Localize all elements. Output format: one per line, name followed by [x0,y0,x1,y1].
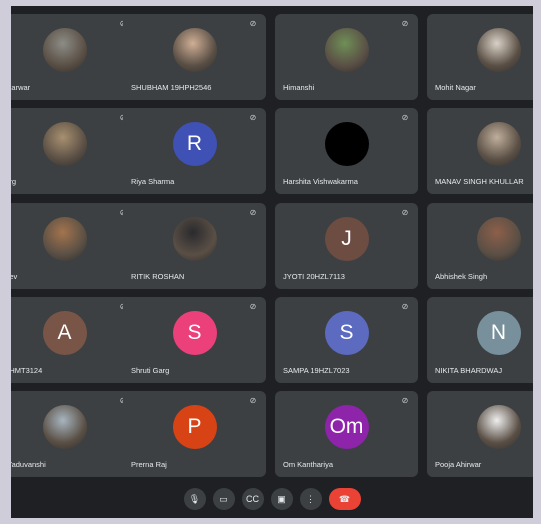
participant-name: Prerna Raj [131,460,167,469]
avatar: S [324,311,369,355]
participant-tile[interactable]: ⊘ Harshita Vishwakarma [275,108,418,194]
avatar [476,28,521,72]
avatar: A [42,311,87,355]
participant-name: Mohit Nagar [435,83,476,92]
camera-icon: ▭ [219,493,228,504]
avatar [476,217,521,261]
avatar [172,28,217,72]
mic-off-icon: ⊘ [249,113,257,122]
participant-name: garg [11,177,17,186]
hangup-icon: ☎ [338,493,351,504]
avatar [476,122,521,166]
avatar [476,405,521,449]
mic-button[interactable]: 🎙 [183,488,206,510]
participant-tile[interactable]: ⊘NNIKITA BHARDWAJ [427,297,533,383]
avatar [42,122,87,166]
participant-tile[interactable]: ⊘Mohit Nagar [427,14,533,100]
cc-icon: CC [246,494,259,504]
participant-tile[interactable]: ⊘ RITIK ROSHAN [123,203,266,289]
participant-tile[interactable]: ⊘Abhishek Singh [427,203,533,289]
participant-tile[interactable]: ⊘ J JYOTI 20HZL7113 [275,203,418,289]
participant-name: Shruti Garg [131,366,170,375]
mic-off-icon: ⊘ [249,396,257,405]
participant-name: JYOTI 20HZL7113 [283,272,345,281]
participant-name: Sikarwar [11,83,31,92]
more-button[interactable]: ⋮ [299,488,322,510]
present-button[interactable]: ▣ [270,488,293,510]
participant-tile[interactable]: ⊘ S Shruti Garg [123,297,266,383]
participant-name: MANAV SINGH KHULLAR [435,177,524,186]
video-grid: ⊘Sikarwar⊘SHUBHAM 19HPH2546⊘Himanshi⊘Moh… [11,6,533,518]
participant-tile[interactable]: ⊘ Om Om Kanthariya [275,391,418,477]
participant-tile[interactable]: ⊘ P Prerna Raj [123,391,266,477]
leave-call-button[interactable]: ☎ [328,488,361,510]
participant-tile[interactable]: ⊘Sikarwar [11,14,136,100]
participant-tile[interactable]: ⊘ Himanshi [275,14,418,100]
participant-tile[interactable]: ⊘Pooja Ahirwar [427,391,533,477]
avatar [324,122,369,166]
avatar [42,28,87,72]
mic-off-icon: ⊘ [401,19,409,28]
participant-name: SHUBHAM 19HPH2546 [131,83,212,92]
participant-name: NIKITA BHARDWAJ [435,366,503,375]
mic-off-icon: ⊘ [401,396,409,405]
captions-button[interactable]: CC [241,488,264,510]
participant-tile[interactable]: ⊘ R Riya Sharma [123,108,266,194]
participant-tile[interactable]: ⊘garg [11,108,136,194]
participant-name: Himanshi [283,83,315,92]
mic-off-icon: ⊘ [249,302,257,311]
participant-tile[interactable]: ⊘u Yaduvanshi [11,391,136,477]
participant-tile[interactable]: ⊘MANAV SINGH KHULLAR [427,108,533,194]
mic-off-icon: ⊘ [249,19,257,28]
mic-off-icon: ⊘ [401,302,409,311]
camera-button[interactable]: ▭ [212,488,235,510]
participant-tile[interactable]: ⊘A20HMT3124 [11,297,136,383]
participant-name: SAMPA 19HZL7023 [283,366,350,375]
avatar: J [324,217,369,261]
participant-name: hdev [11,272,18,281]
avatar: P [172,405,217,449]
participant-name: RITIK ROSHAN [131,272,185,281]
avatar [172,217,217,261]
avatar: N [476,311,521,355]
participant-name: Pooja Ahirwar [435,460,482,469]
avatar: Om [324,405,369,449]
call-controls: 🎙 ▭ CC ▣ ⋮ ☎ [11,488,533,512]
avatar [324,28,369,72]
participant-tile[interactable]: ⊘hdev [11,203,136,289]
present-icon: ▣ [277,493,286,504]
avatar [42,405,87,449]
participant-name: Harshita Vishwakarma [283,177,358,186]
avatar: S [172,311,217,355]
participant-name: u Yaduvanshi [11,460,46,469]
participant-tile[interactable]: ⊘ S SAMPA 19HZL7023 [275,297,418,383]
mic-off-icon: ⊘ [401,208,409,217]
mic-off-icon: ⊘ [249,208,257,217]
participant-name: Riya Sharma [131,177,175,186]
mic-icon: 🎙 [188,493,201,504]
participant-tile[interactable]: ⊘ SHUBHAM 19HPH2546 [123,14,266,100]
avatar [42,217,87,261]
more-vert-icon: ⋮ [306,493,315,504]
participant-name: 20HMT3124 [11,366,43,375]
mic-off-icon: ⊘ [401,113,409,122]
avatar: R [172,122,217,166]
participant-name: Om Kanthariya [283,460,334,469]
participant-name: Abhishek Singh [435,272,488,281]
